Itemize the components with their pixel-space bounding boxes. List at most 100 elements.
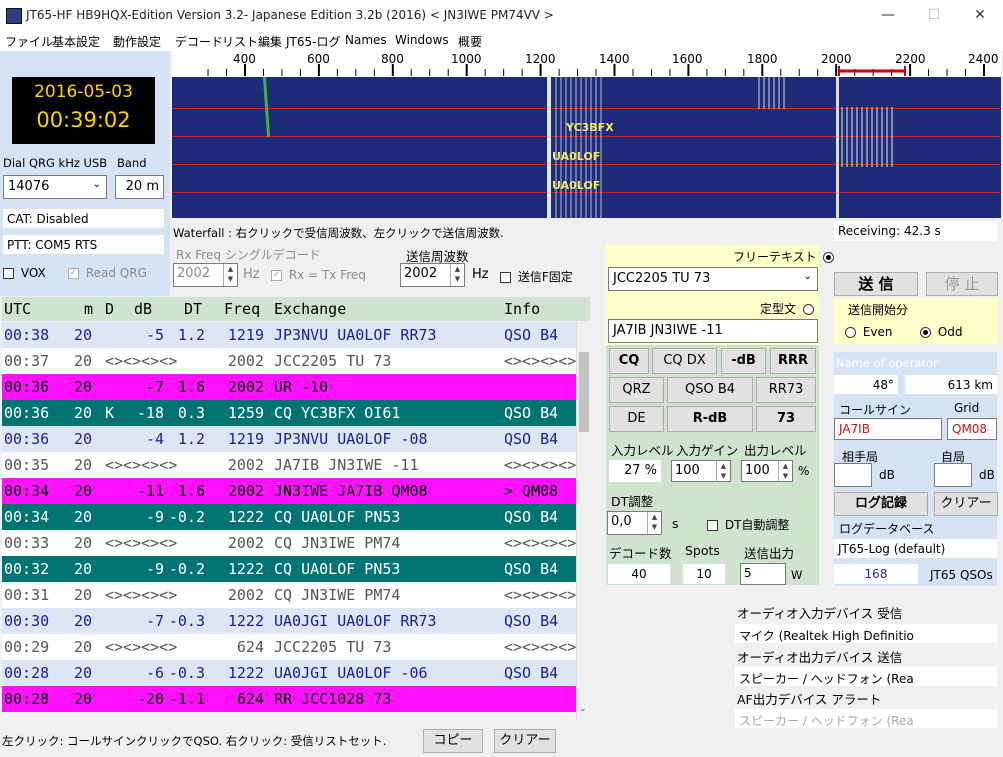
- rx-eq-tx-checkbox[interactable]: ✓ Rx = Tx Freq: [271, 268, 366, 282]
- close-button[interactable]: ✕: [957, 0, 1003, 31]
- tx-power-field[interactable]: 5: [740, 563, 786, 585]
- dt-auto-checkbox[interactable]: DT自動調整: [707, 516, 789, 533]
- row-info: <><><><><><><>: [504, 352, 576, 370]
- band-field[interactable]: 20 m: [115, 175, 164, 199]
- rx-freq-unit: Hz: [243, 267, 260, 282]
- audio-input-device[interactable]: マイク (Realtek High Definitio: [735, 624, 997, 643]
- menu-basic-settings[interactable]: 基本設定: [52, 33, 100, 50]
- free-text-select[interactable]: JCC2205 TU 73 ⌄: [608, 267, 818, 291]
- menu-list-edit[interactable]: リスト編集: [222, 33, 282, 50]
- macro-cq-button[interactable]: CQ: [609, 348, 649, 374]
- maximize-button[interactable]: ☐: [911, 0, 957, 31]
- alert-output-device[interactable]: スピーカー / ヘッドフォン (Rea: [735, 709, 997, 728]
- minimize-button[interactable]: —: [865, 0, 911, 31]
- row-freq: 1222: [227, 612, 264, 630]
- scrollbar-thumb[interactable]: [579, 352, 589, 432]
- decode-row[interactable]: 00:35 20 <><><><> 2002 JA7IB JN3IWE -11 <><><…: [2, 452, 576, 478]
- receiving-status: Receiving: 42.3 s: [834, 221, 997, 241]
- decode-row[interactable]: 00:28 20 -20 -1.1 624 RR JCC1028 73: [2, 686, 576, 712]
- stop-button[interactable]: 停 止: [926, 272, 998, 296]
- col-utc: UTC: [4, 300, 32, 318]
- macro-r-db-button[interactable]: R-dB: [667, 406, 753, 432]
- rx-freq-stepper[interactable]: 2002 ▲ ▼: [173, 263, 238, 287]
- macro-rr73-button[interactable]: RR73: [756, 377, 816, 403]
- menu-windows[interactable]: Windows: [395, 33, 449, 47]
- callsign-field[interactable]: JA7IB: [834, 418, 942, 440]
- qso-count-label: JT65 QSOs: [930, 568, 993, 582]
- menu-about[interactable]: 概要: [458, 33, 482, 50]
- my-db-field[interactable]: [934, 463, 972, 487]
- frequency-ruler[interactable]: 400 600 800 1000 1200 1400 1600 1800 200…: [172, 51, 1001, 78]
- scroll-down-icon[interactable]: ⌄: [579, 704, 587, 714]
- menu-names[interactable]: Names: [345, 33, 387, 47]
- rx-freq-label: Rx Freq シングルデコード: [176, 248, 321, 262]
- even-radio[interactable]: Even: [845, 325, 893, 339]
- row-db: -7: [145, 612, 164, 630]
- row-db: -9: [145, 560, 164, 578]
- tx-freq-stepper[interactable]: 2002 ▲ ▼: [400, 263, 465, 287]
- transmit-button[interactable]: 送 信: [834, 272, 918, 296]
- qso-count-value: 168: [834, 564, 918, 584]
- decode-row[interactable]: 00:28 20 -6 -0.3 1222 UA0JGI UA0LOF -06 QSO B4: [2, 660, 576, 686]
- decode-row[interactable]: 00:30 20 -7 -0.3 1222 UA0JGI UA0LOF RR73 QSO B…: [2, 608, 576, 634]
- read-qrg-checkbox[interactable]: ✓ Read QRG: [68, 266, 147, 280]
- log-clear-button[interactable]: クリアー: [934, 492, 998, 516]
- decode-row[interactable]: 00:36 20 -4 1.2 1219 JP3NVU UA0LOF -08 QSO B4: [2, 426, 576, 452]
- decode-row[interactable]: 00:34 20 -9 -0.2 1222 CQ UA0LOF PN53 QSO B4: [2, 504, 576, 530]
- tx-freq-fixed-checkbox[interactable]: 送信F固定: [500, 268, 573, 285]
- audio-output-device[interactable]: スピーカー / ヘッドフォン (Rea: [735, 667, 997, 686]
- row-info: QSO B4: [504, 612, 559, 630]
- macro-73-button[interactable]: 73: [756, 406, 816, 432]
- macro-cq-dx-button[interactable]: CQ DX: [652, 348, 717, 374]
- row-exchange: UA0JGI UA0LOF -06: [274, 664, 428, 682]
- decode-row[interactable]: 00:37 20 <><><><> 2002 JCC2205 TU 73 <><><><>…: [2, 348, 576, 374]
- clear-list-button[interactable]: クリアー: [494, 729, 556, 753]
- decode-row[interactable]: 00:38 20 -5 1.2 1219 JP3NVU UA0LOF RR73 QSO B4: [2, 322, 576, 348]
- row-db: -7: [145, 378, 164, 396]
- row-freq: 2002: [227, 456, 264, 474]
- decode-row[interactable]: 00:32 20 -9 -0.2 1222 CQ UA0LOF PN53 QSO B4: [2, 556, 576, 582]
- decode-row[interactable]: 00:29 20 <><><><> 624 JCC2205 TU 73 <><><><><…: [2, 634, 576, 660]
- their-db-field[interactable]: [834, 463, 872, 487]
- menu-operation-settings[interactable]: 動作設定: [113, 33, 161, 50]
- tx-freq-value: 2002: [404, 266, 438, 281]
- row-utc: 00:38: [4, 326, 50, 344]
- input-gain-stepper[interactable]: 100 ▲ ▼: [671, 460, 731, 482]
- odd-radio[interactable]: Odd: [920, 325, 963, 339]
- radio-icon: [823, 252, 835, 263]
- log-record-button[interactable]: ログ記録: [834, 492, 928, 516]
- output-level-stepper[interactable]: 100 ▲ ▼: [741, 460, 793, 482]
- dt-adjust-stepper[interactable]: 0,0 ▲ ▼: [607, 511, 662, 535]
- macro-qso-b4-button[interactable]: QSO B4: [667, 377, 753, 403]
- ruler-label: 2000: [821, 52, 852, 66]
- waterfall-display[interactable]: YC3BFX UA0LOF UA0LOF: [172, 77, 1001, 218]
- menu-decode[interactable]: デコード: [175, 33, 223, 50]
- macro-db-button[interactable]: -dB: [721, 348, 766, 374]
- free-text-radio[interactable]: フリーテキスト: [733, 248, 835, 265]
- macro-qrz-button[interactable]: QRZ: [609, 377, 664, 403]
- macro-rrr-button[interactable]: RRR: [770, 348, 816, 374]
- decode-row[interactable]: 00:36 20 K -18 0.3 1259 CQ YC3BFX OI61 QSO B4: [2, 400, 576, 426]
- menu-jt65-log[interactable]: JT65-ログ: [286, 33, 340, 50]
- utc-clock: 2016-05-03 00:39:02: [12, 77, 155, 144]
- template-text-field[interactable]: JA7IB JN3IWE -11: [608, 319, 818, 343]
- tx-freq-unit: Hz: [472, 267, 489, 282]
- checkbox-icon: [707, 520, 718, 531]
- row-info: <><><><><><><>: [504, 586, 576, 604]
- decode-row[interactable]: 00:36 20 -7 1.6 2002 UR -10: [2, 374, 576, 400]
- template-text-radio[interactable]: 定型文: [760, 300, 814, 317]
- macro-de-button[interactable]: DE: [609, 406, 664, 432]
- decode-row[interactable]: 00:34 20 -11 1.6 2002 JN3IWE JA7IB QM08 > QM08: [2, 478, 576, 504]
- row-db: -11: [136, 482, 164, 500]
- row-mode: 20: [74, 456, 93, 474]
- grid-field[interactable]: QM08: [947, 418, 997, 440]
- dial-qrg-select[interactable]: 14076 ⌄: [3, 175, 107, 199]
- decode-row[interactable]: 00:33 20 <><><><> 2002 CQ JN3IWE PM74 <><><><…: [2, 530, 576, 556]
- menu-file[interactable]: ファイル: [5, 33, 53, 50]
- vox-checkbox[interactable]: VOX: [3, 266, 46, 280]
- alert-output-label: AF出力デバイス アラート: [737, 692, 882, 707]
- row-exchange: JCC2205 TU 73: [274, 638, 392, 656]
- decode-row[interactable]: 00:31 20 <><><><> 2002 CQ JN3IWE PM74 <><><><…: [2, 582, 576, 608]
- decode-list-scrollbar[interactable]: ⌄: [576, 322, 591, 719]
- copy-button[interactable]: コピー: [423, 729, 483, 753]
